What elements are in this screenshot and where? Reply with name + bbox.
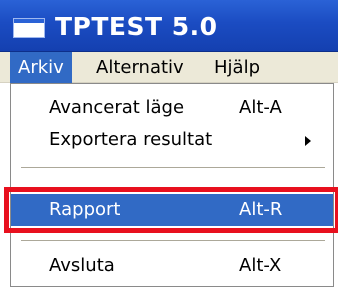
- menu-item-shortcut: Alt-A: [239, 97, 282, 118]
- menu-bar: Arkiv Alternativ Hjälp: [0, 52, 338, 83]
- window-icon: [13, 18, 45, 38]
- menu-item-avsluta[interactable]: Avsluta Alt-X: [11, 250, 333, 282]
- menu-item-label: Avancerat läge: [49, 97, 185, 118]
- menu-item-label: Rapport: [49, 199, 121, 220]
- menu-alternativ[interactable]: Alternativ: [88, 52, 192, 83]
- menu-separator: [21, 167, 325, 169]
- chevron-right-icon: [305, 136, 311, 146]
- menu-item-shortcut: Alt-R: [239, 199, 283, 220]
- window-title: TPTEST 5.0: [55, 12, 218, 41]
- menu-item-exportera-resultat[interactable]: Exportera resultat: [11, 124, 333, 156]
- menu-hjalp[interactable]: Hjälp: [206, 52, 268, 83]
- menu-item-label: Exportera resultat: [49, 129, 213, 150]
- arkiv-dropdown-menu: Avancerat läge Alt-A Exportera resultat …: [4, 83, 338, 287]
- menu-item-shortcut: Alt-X: [239, 255, 282, 276]
- menu-separator: [21, 240, 325, 242]
- menu-item-label: Avsluta: [49, 255, 115, 276]
- menu-item-avancerat-lage[interactable]: Avancerat läge Alt-A: [11, 92, 333, 124]
- menu-arkiv[interactable]: Arkiv: [10, 52, 72, 83]
- title-bar[interactable]: TPTEST 5.0: [0, 0, 338, 52]
- menu-item-rapport[interactable]: Rapport Alt-R: [4, 187, 338, 233]
